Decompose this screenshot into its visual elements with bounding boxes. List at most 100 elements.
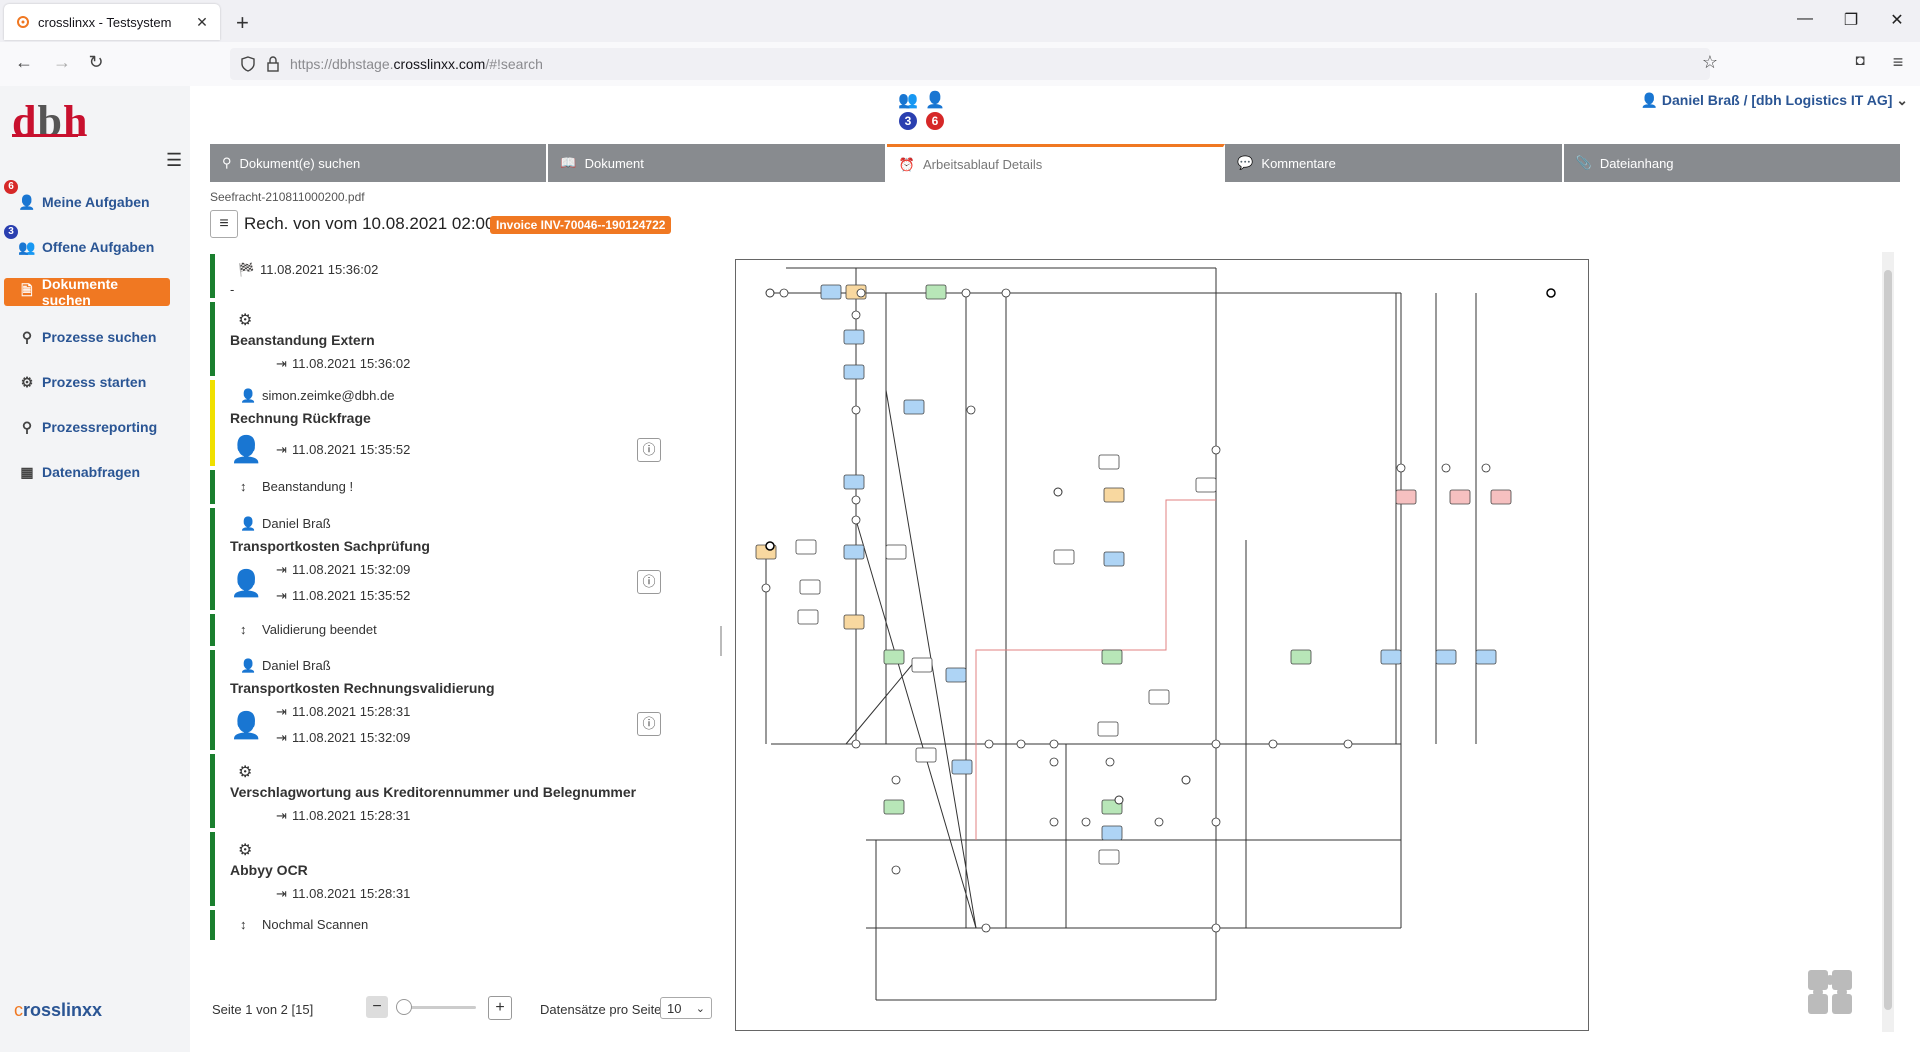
- search-icon: ⚲: [222, 155, 232, 170]
- bookmark-star-icon[interactable]: ☆: [1698, 52, 1722, 73]
- document-menu-button[interactable]: ≡: [210, 210, 238, 238]
- restore-icon[interactable]: ❐: [1836, 10, 1866, 30]
- timeline-user: Daniel Braß: [262, 516, 331, 531]
- menu-icon[interactable]: ≡: [1886, 52, 1910, 73]
- logo-underline: [12, 134, 78, 137]
- timeline-out-date: 11.08.2021 15:35:52: [292, 588, 411, 603]
- reload-icon[interactable]: ↻: [84, 52, 108, 73]
- sidebar-item-label: Prozesse suchen: [42, 329, 157, 345]
- close-tab-icon[interactable]: ✕: [192, 14, 212, 31]
- timeline-entry: ↕ Beanstandung !: [210, 468, 716, 507]
- main-content: ⚲ Dokument(e) suchen 📖 Dokument ⏰ Arbeitsab…: [190, 86, 1920, 1052]
- document-search-icon: 🗎: [21, 282, 33, 298]
- tab-dateianhang[interactable]: 📎 Dateianhang: [1563, 144, 1901, 182]
- pagination-text: Seite 1 von 2 [15]: [212, 1002, 314, 1017]
- status-bar: [210, 254, 215, 298]
- panel-splitter[interactable]: [720, 626, 722, 656]
- timeline-entry: ⚙ Abbyy OCR ⇥ 11.08.2021 15:28:31: [210, 830, 716, 909]
- zoom-in-button[interactable]: +: [488, 996, 512, 1020]
- timeline-user: simon.zeimke@dbh.de: [262, 388, 395, 403]
- new-tab-icon[interactable]: +: [236, 10, 249, 36]
- tab-dokumente-suchen[interactable]: ⚲ Dokument(e) suchen: [210, 144, 549, 182]
- browser-tab[interactable]: crosslinxx - Testsystem ✕: [4, 4, 220, 40]
- users-icon: 👥: [898, 92, 918, 109]
- forward-icon[interactable]: →: [50, 52, 74, 73]
- group-tasks-counter[interactable]: 👥 3: [898, 90, 918, 130]
- window-close-icon[interactable]: ✕: [1882, 10, 1912, 30]
- sidebar-item-dokumente-suchen[interactable]: 🗎 Dokumente suchen: [4, 276, 170, 308]
- sidebar-collapse-icon[interactable]: ☰: [166, 150, 182, 171]
- enter-icon: ⇥: [276, 442, 287, 457]
- timeline-entry: 👤 Daniel Braß Transportkosten Rechnungsv…: [210, 648, 716, 753]
- diagram-scrollbar[interactable]: [1882, 252, 1894, 1032]
- diagram-scrollbar-thumb[interactable]: [1884, 270, 1892, 1010]
- dbh-logo: dbh: [12, 96, 88, 147]
- sidebar-item-datenabfragen[interactable]: ▦ Datenabfragen: [4, 458, 170, 486]
- meine-aufgaben-badge: 6: [4, 180, 18, 194]
- user-icon: 👤: [1640, 92, 1658, 108]
- paperclip-icon: 📎: [1575, 155, 1592, 170]
- sidebar-item-prozesse-suchen[interactable]: ⚲ Prozesse suchen: [4, 323, 170, 351]
- exit-icon: ⇥: [276, 730, 287, 745]
- chevron-down-icon: ⌄: [695, 1003, 705, 1015]
- crosslinxx-favicon-icon: [17, 16, 29, 28]
- zoom-slider-handle[interactable]: [396, 999, 412, 1015]
- timeline-title: Beanstandung Extern: [230, 332, 375, 348]
- app: dbh 6 👤 Meine Aufgaben 3 👥 Offene Aufgab…: [0, 86, 1920, 1052]
- info-button[interactable]: ⓘ: [637, 570, 661, 594]
- timeline-out-date: 11.08.2021 15:32:09: [292, 730, 411, 745]
- sidebar-item-prozess-starten[interactable]: ⚙ Prozess starten: [4, 368, 170, 396]
- info-button[interactable]: ⓘ: [637, 712, 661, 736]
- users-icon: 👥: [18, 238, 36, 255]
- sidebar: dbh 6 👤 Meine Aufgaben 3 👥 Offene Aufgab…: [0, 86, 190, 1052]
- user-icon: 👤: [925, 92, 945, 109]
- my-tasks-counter[interactable]: 👤 6: [925, 90, 945, 130]
- puzzle-icon[interactable]: [1804, 966, 1858, 1020]
- table-icon: ▦: [20, 463, 34, 480]
- info-button[interactable]: ⓘ: [637, 438, 661, 462]
- browser-tab-title: crosslinxx - Testsystem: [38, 14, 172, 30]
- user-icon: 👤: [18, 193, 36, 210]
- url-bar[interactable]: https://dbhstage. crosslinxx.com/#!search: [230, 48, 1710, 80]
- per-page-select[interactable]: 10 ⌄: [660, 997, 712, 1019]
- lock-icon[interactable]: [266, 56, 280, 72]
- timeline-in-date: 11.08.2021 15:28:31: [292, 704, 411, 719]
- status-bar: [210, 754, 215, 828]
- url-domain: crosslinxx.com: [393, 56, 486, 72]
- back-icon[interactable]: ←: [12, 52, 36, 73]
- pocket-icon[interactable]: ◘: [1848, 52, 1872, 69]
- zoom-out-button[interactable]: −: [366, 996, 388, 1018]
- offene-aufgaben-badge: 3: [4, 225, 18, 239]
- timeline-entry: 👤 simon.zeimke@dbh.de Rechnung Rückfrage…: [210, 378, 716, 469]
- crosslinxx-logo: crosslinxx: [14, 1000, 102, 1021]
- timeline-sub: -: [230, 282, 235, 297]
- user-menu[interactable]: 👤 Daniel Braß / [dbh Logistics IT AG] ⌄: [1641, 92, 1908, 109]
- tab-kommentare[interactable]: 💬 Kommentare: [1225, 144, 1564, 182]
- tab-arbeitsablauf-details[interactable]: ⏰ Arbeitsablauf Details: [886, 144, 1226, 182]
- gear-icon: ⚙: [238, 312, 253, 329]
- browser-tabbar: crosslinxx - Testsystem ✕ + — ❐ ✕: [0, 0, 1920, 42]
- timeline-title: Transportkosten Rechnungsvalidierung: [230, 680, 495, 696]
- sidebar-item-meine-aufgaben[interactable]: 6 👤 Meine Aufgaben: [4, 180, 170, 216]
- process-diagram[interactable]: [735, 259, 1589, 1031]
- tab-label: Kommentare: [1261, 155, 1336, 171]
- tab-label: Arbeitsablauf Details: [923, 157, 1043, 172]
- sidebar-item-label: Datenabfragen: [42, 464, 141, 480]
- tab-dokument[interactable]: 📖 Dokument: [548, 144, 887, 182]
- status-bar: [210, 614, 215, 646]
- minimize-icon[interactable]: —: [1790, 10, 1820, 28]
- document-title: Rech. von vom 10.08.2021 02:00: [244, 214, 495, 233]
- browser-navbar: ← → ↻ https://dbhstage. crosslinxx.com/#!…: [0, 42, 1920, 87]
- timeline-entry: 👤 Daniel Braß Transportkosten Sachprüfun…: [210, 506, 716, 613]
- timeline-user: Daniel Braß: [262, 658, 331, 673]
- sidebar-item-offene-aufgaben[interactable]: 3 👥 Offene Aufgaben: [4, 225, 170, 261]
- transition-arrow-icon: ↕: [240, 479, 247, 494]
- timeline-entry: 🏁 11.08.2021 15:36:02 -: [210, 252, 716, 301]
- user-name: Daniel Braß / [dbh Logistics IT AG]: [1661, 92, 1893, 108]
- logo-letter-d: d: [12, 97, 38, 146]
- sidebar-item-prozessreporting[interactable]: ⚲ Prozessreporting: [4, 413, 170, 441]
- avatar-icon: 👤: [230, 568, 263, 598]
- gear-icon: ⚙: [238, 842, 253, 859]
- shield-icon[interactable]: [240, 56, 256, 72]
- report-search-icon: ⚲: [21, 418, 33, 435]
